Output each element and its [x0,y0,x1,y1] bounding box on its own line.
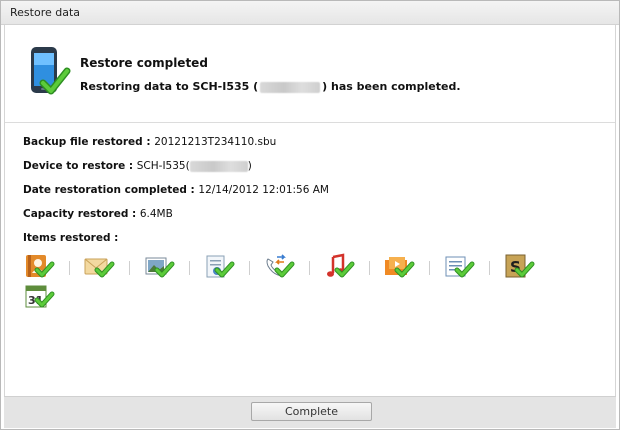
capacity-label: Capacity restored : [23,208,140,220]
status-message-prefix: Restoring data to SCH-I535 ( [80,80,259,93]
status-message: Restoring data to SCH-I535 ( ) has been c… [80,80,461,93]
s-planner-icon: S [503,253,535,281]
device-label: Device to restore : [23,160,137,172]
complete-button[interactable]: Complete [251,402,372,421]
device-value-suffix: ) [247,160,252,172]
date-label: Date restoration completed : [23,184,199,196]
separator [489,261,490,275]
separator [309,261,310,275]
separator [369,261,370,275]
separator [249,261,250,275]
capacity-row: Capacity restored : 6.4MB [23,208,173,220]
backup-file-label: Backup file restored : [23,136,155,148]
restore-window: Restore data Restore completed Restoring… [0,0,620,430]
separator [69,261,70,275]
device-value-prefix: SCH-I535( [136,160,190,172]
window-title: Restore data [1,1,619,25]
calendar-icon: 31 [23,283,55,311]
items-restored-label: Items restored : [23,232,119,244]
photos-icon [143,253,175,281]
call-log-icon [263,253,295,281]
separator [429,261,430,275]
music-icon [323,253,355,281]
separator [129,261,130,275]
status-message-suffix: ) has been completed. [322,80,461,93]
divider [5,122,615,123]
separator [189,261,190,275]
messages-icon [83,253,115,281]
redacted-serial [260,81,321,93]
memo-icon [443,253,475,281]
status-title: Restore completed [80,56,208,70]
contacts-icon [23,253,55,281]
capacity-value: 6.4MB [139,208,173,220]
videos-icon [383,253,415,281]
date-value: 12/14/2012 12:01:56 AM [198,184,329,196]
device-row: Device to restore : SCH-I535() [23,160,252,172]
redacted-device-serial [189,160,248,172]
phone-check-icon [27,45,71,103]
backup-file-value: 20121213T234110.sbu [154,136,277,148]
settings-icon [203,253,235,281]
backup-file-row: Backup file restored : 20121213T234110.s… [23,136,276,148]
date-row: Date restoration completed : 12/14/2012 … [23,184,329,196]
